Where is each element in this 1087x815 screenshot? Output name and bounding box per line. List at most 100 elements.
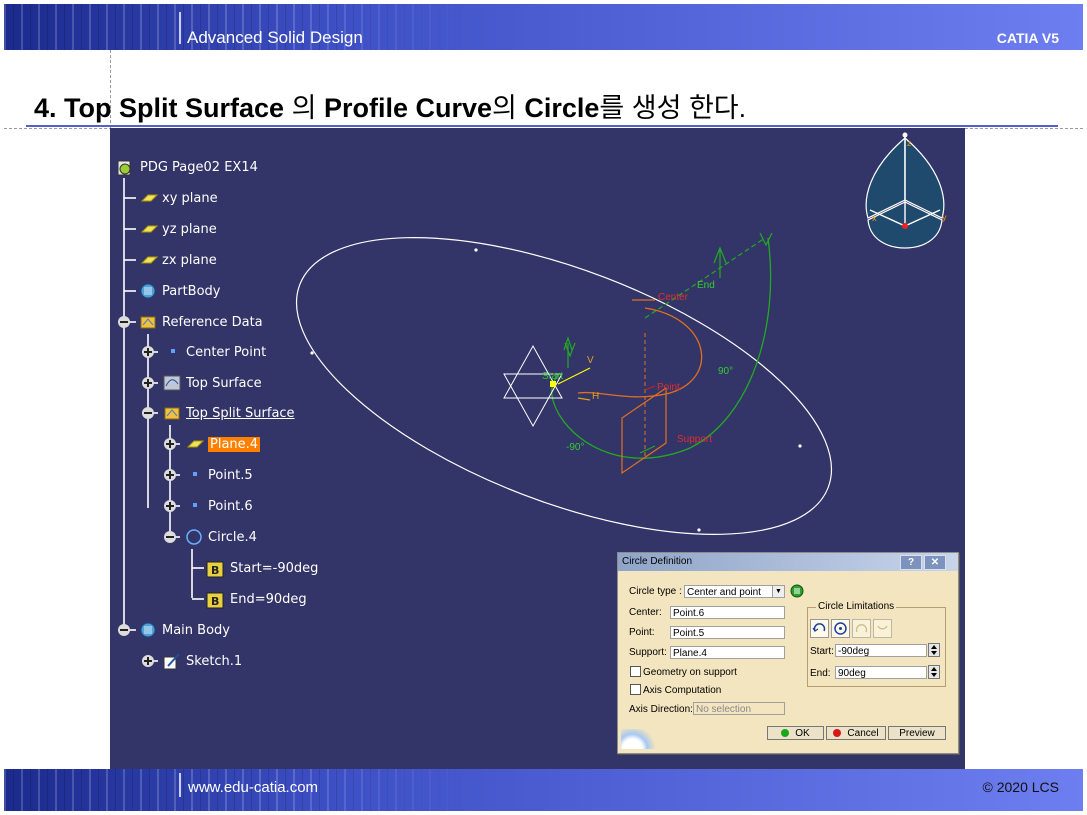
- partbody-icon: [138, 282, 158, 300]
- dialog-title: Circle Definition: [622, 556, 693, 567]
- tree-item-reference-data[interactable]: Reference Data: [138, 312, 263, 332]
- tree-item-label-selected: Plane.4: [208, 436, 261, 452]
- circle-definition-dialog[interactable]: Circle Definition ? ✕ Circle type : Cent…: [617, 552, 959, 754]
- website-link[interactable]: www.edu-catia.com: [188, 779, 318, 796]
- tree-item-sketch1[interactable]: Sketch.1: [162, 651, 242, 671]
- ok-button[interactable]: OK: [767, 726, 824, 740]
- circle-type-label: Circle type :: [629, 586, 682, 597]
- tree-item-zx-plane[interactable]: zx plane: [138, 250, 217, 270]
- tree-item-point6[interactable]: Point.6: [184, 496, 253, 516]
- expand-toggle-point5[interactable]: [164, 469, 176, 481]
- title-part-4: 의: [492, 93, 517, 123]
- footer-divider: [179, 773, 181, 797]
- complementary-circle-icon[interactable]: [873, 619, 892, 638]
- tree-item-plane4[interactable]: Plane.4: [184, 434, 261, 454]
- tree-item-label: Reference Data: [162, 314, 263, 330]
- point-icon: [184, 497, 204, 515]
- expand-toggle-top-surface[interactable]: [142, 377, 154, 389]
- tree-item-label: Start=-90deg: [230, 560, 319, 576]
- circle-type-value: Center and point: [687, 587, 761, 598]
- circle-limitations-title: Circle Limitations: [816, 601, 897, 612]
- svg-text:B: B: [211, 595, 219, 608]
- point-field[interactable]: Point.5: [670, 626, 785, 639]
- title-part-1: Top Split Surface: [64, 93, 285, 123]
- radius-line-end: [644, 237, 766, 319]
- geometrical-set-icon: [138, 313, 158, 331]
- copyright-text: © 2020 LCS: [982, 779, 1059, 795]
- expand-toggle-center-point[interactable]: [142, 346, 154, 358]
- collapse-toggle-reference-data[interactable]: [118, 316, 130, 328]
- circle-icon: [184, 528, 204, 546]
- cancel-button[interactable]: Cancel: [826, 726, 886, 740]
- start-spinner-icon[interactable]: [928, 643, 940, 657]
- axis-direction-label: Axis Direction:: [629, 704, 693, 715]
- tree-item-circle4[interactable]: Circle.4: [184, 527, 257, 547]
- point-label: Point:: [629, 627, 655, 638]
- tree-item-label: PartBody: [162, 283, 221, 299]
- slide-title: 4. Top Split Surface 의 Profile Curve의 Ci…: [34, 86, 746, 125]
- tree-item-partbody[interactable]: PartBody: [138, 281, 220, 301]
- tree-item-label: Top Split Surface: [186, 405, 295, 421]
- geometry-on-support-checkbox[interactable]: [630, 666, 641, 677]
- title-part-6: 를 생성 한다.: [599, 93, 747, 123]
- dialog-title-bar[interactable]: Circle Definition ? ✕: [618, 553, 958, 571]
- collapse-toggle-top-split-surface[interactable]: [142, 407, 154, 419]
- tree-item-label: Circle.4: [208, 529, 257, 545]
- expand-toggle-sketch1[interactable]: [142, 655, 154, 667]
- tree-item-start-param[interactable]: B Start=-90deg: [206, 558, 318, 578]
- tree-item-label: Point.6: [208, 498, 253, 514]
- tree-item-top-split-surface[interactable]: Top Split Surface: [162, 403, 295, 423]
- support-plane: [621, 386, 667, 475]
- tree-item-label: Main Body: [162, 622, 230, 638]
- compass-icon[interactable]: z x y: [865, 132, 947, 249]
- h-axis-label: H: [592, 391, 599, 402]
- tree-item-end-param[interactable]: B End=90deg: [206, 589, 307, 609]
- tree-item-label: Top Surface: [186, 375, 262, 391]
- header-band: Advanced Solid Design CATIA V5: [4, 4, 1083, 50]
- circle-type-select[interactable]: Center and point ▼: [684, 585, 785, 598]
- law-icon[interactable]: [790, 583, 804, 598]
- help-button[interactable]: ?: [900, 555, 922, 570]
- tree-item-main-body[interactable]: Main Body: [138, 620, 230, 640]
- compass-x: x: [872, 214, 877, 223]
- end-spinner-icon[interactable]: [928, 665, 940, 679]
- axis-computation-label: Axis Computation: [643, 685, 722, 696]
- parameter-icon: B: [206, 559, 226, 578]
- part-arc-icon[interactable]: [810, 619, 829, 638]
- support-field[interactable]: Plane.4: [670, 646, 785, 659]
- top-surface-boundary: [295, 237, 833, 535]
- sketch-icon: [162, 652, 182, 670]
- tree-item-point5[interactable]: Point.5: [184, 465, 253, 485]
- center-label: Center:: [629, 607, 662, 618]
- tree-item-center-point[interactable]: Center Point: [162, 342, 266, 362]
- tree-item-label: Point.5: [208, 467, 253, 483]
- end-field[interactable]: 90deg: [835, 666, 927, 679]
- title-part-2: 의: [291, 93, 317, 123]
- ok-icon: [781, 729, 790, 737]
- trimmed-circle-icon[interactable]: [852, 619, 871, 638]
- tree-item-label: Sketch.1: [186, 653, 243, 669]
- expand-toggle-plane4[interactable]: [164, 438, 176, 450]
- v-axis-label: V: [587, 355, 594, 366]
- expand-toggle-point6[interactable]: [164, 500, 176, 512]
- close-button[interactable]: ✕: [924, 555, 946, 570]
- collapse-toggle-main-body[interactable]: [118, 624, 130, 636]
- whole-circle-icon[interactable]: [831, 619, 850, 638]
- axis-computation-checkbox[interactable]: [630, 684, 641, 695]
- axis-direction-field[interactable]: No selection: [693, 702, 785, 715]
- boundary-vertices: [310, 248, 802, 532]
- chevron-down-icon[interactable]: ▼: [772, 586, 784, 597]
- tree-root[interactable]: PDG Page02 EX14: [116, 157, 258, 177]
- parameter-icon: B: [206, 590, 226, 609]
- footer-band: www.edu-catia.com © 2020 LCS: [4, 769, 1083, 811]
- plane-icon: [138, 220, 159, 238]
- preview-button[interactable]: Preview: [888, 726, 946, 740]
- tree-item-yz-plane[interactable]: yz plane: [138, 219, 217, 239]
- collapse-toggle-circle4[interactable]: [164, 531, 176, 543]
- center-label: Center: [658, 292, 689, 303]
- start-field[interactable]: -90deg: [835, 644, 927, 657]
- center-field[interactable]: Point.6: [670, 606, 785, 619]
- tree-item-top-surface[interactable]: Top Surface: [162, 373, 262, 393]
- support-label: Support:: [629, 647, 667, 658]
- tree-item-xy-plane[interactable]: xy plane: [138, 188, 218, 208]
